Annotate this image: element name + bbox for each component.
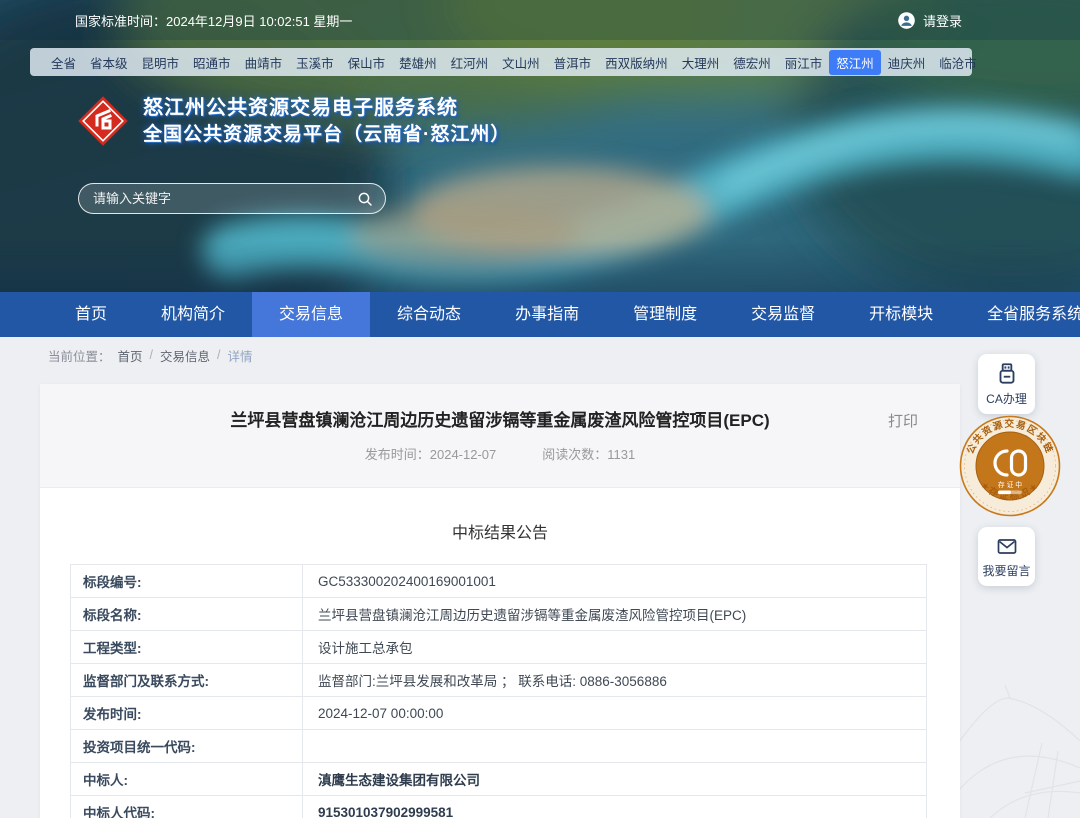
nav-item[interactable]: 首页 bbox=[48, 292, 134, 337]
row-label: 中标人: bbox=[71, 763, 303, 796]
page-title: 兰坪县营盘镇澜沧江周边历史遗留涉镉等重金属废渣风险管控项目(EPC) bbox=[40, 384, 960, 431]
table-row: 标段编号: GC533300202400169001001 bbox=[71, 565, 927, 598]
usb-key-icon bbox=[994, 361, 1020, 387]
breadcrumb-trade-info[interactable]: 交易信息 bbox=[160, 346, 210, 365]
row-label: 中标人代码: bbox=[71, 796, 303, 818]
nav-item[interactable]: 开标模块 bbox=[842, 292, 960, 337]
site-subtitle: 全国公共资源交易平台（云南省·怒江州） bbox=[143, 122, 510, 148]
nav-item[interactable]: 办事指南 bbox=[488, 292, 606, 337]
nav-item[interactable]: 交易监督 bbox=[724, 292, 842, 337]
standard-time: 国家标准时间：2024年12月9日 10:02:51 星期一 bbox=[75, 11, 352, 30]
person-icon bbox=[897, 11, 916, 30]
row-label: 工程类型: bbox=[71, 631, 303, 664]
table-row: 中标人: 滇鹰生态建设集团有限公司 bbox=[71, 763, 927, 796]
region-tab[interactable]: 丽江市 bbox=[778, 50, 830, 75]
table-row: 监督部门及联系方式: 监督部门:兰坪县发展和改革局 ； 联系电话: 0886-3… bbox=[71, 664, 927, 697]
bid-result-table: 标段编号: GC533300202400169001001 标段名称: 兰坪县营… bbox=[70, 564, 927, 818]
region-tab[interactable]: 省本级 bbox=[83, 50, 135, 75]
row-value: 监督部门:兰坪县发展和改革局 ； 联系电话: 0886-3056886 bbox=[303, 664, 927, 697]
row-label: 标段名称: bbox=[71, 598, 303, 631]
breadcrumb-prefix: 当前位置： bbox=[48, 346, 111, 365]
region-tab[interactable]: 临沧市 bbox=[932, 50, 984, 75]
region-tab[interactable]: 玉溪市 bbox=[289, 50, 341, 75]
region-tab[interactable]: 德宏州 bbox=[726, 50, 778, 75]
row-value: GC533300202400169001001 bbox=[303, 565, 927, 598]
nav-item[interactable]: 管理制度 bbox=[606, 292, 724, 337]
region-tab[interactable]: 普洱市 bbox=[547, 50, 599, 75]
magnifier-icon[interactable] bbox=[357, 191, 373, 207]
region-tab[interactable]: 楚雄州 bbox=[392, 50, 444, 75]
table-row: 发布时间: 2024-12-07 00:00:00 bbox=[71, 697, 927, 730]
table-row: 中标人代码: 915301037902999581 bbox=[71, 796, 927, 818]
view-count: 阅读次数：1131 bbox=[542, 444, 635, 463]
publish-date: 发布时间：2024-12-07 bbox=[365, 444, 497, 463]
blockchain-certificate-seal: 公共资源交易区块链 ★存证标识★ 存 证 中 bbox=[958, 412, 1062, 520]
top-bar: 国家标准时间：2024年12月9日 10:02:51 星期一 请登录 bbox=[0, 0, 1080, 40]
login-button[interactable]: 请登录 bbox=[897, 11, 962, 30]
region-tab[interactable]: 文山州 bbox=[495, 50, 547, 75]
leave-message-label: 我要留言 bbox=[982, 562, 1030, 586]
nav-item[interactable]: 交易信息 bbox=[252, 292, 370, 337]
region-tab[interactable]: 红河州 bbox=[444, 50, 496, 75]
nav-item[interactable]: 全省服务系统 bbox=[960, 292, 1080, 337]
article-body: 中标结果公告 标段编号: GC533300202400169001001 标段名… bbox=[40, 488, 960, 818]
search-bar[interactable] bbox=[78, 183, 386, 214]
table-row: 标段名称: 兰坪县营盘镇澜沧江周边历史遗留涉镉等重金属废渣风险管控项目(EPC) bbox=[71, 598, 927, 631]
region-tab[interactable]: 西双版纳州 bbox=[598, 50, 675, 75]
table-row: 投资项目统一代码: bbox=[71, 730, 927, 763]
envelope-icon bbox=[994, 535, 1020, 559]
seal-status-text: 存 证 中 bbox=[998, 480, 1022, 489]
region-tab[interactable]: 全省 bbox=[44, 50, 83, 75]
red-diamond-logo-icon bbox=[76, 94, 130, 148]
row-label: 投资项目统一代码: bbox=[71, 730, 303, 763]
nav-item[interactable]: 综合动态 bbox=[370, 292, 488, 337]
article-card: 兰坪县营盘镇澜沧江周边历史遗留涉镉等重金属废渣风险管控项目(EPC) 打印 发布… bbox=[40, 384, 960, 818]
row-label: 发布时间: bbox=[71, 697, 303, 730]
ca-service-button[interactable]: CA办理 bbox=[978, 354, 1035, 414]
region-tab[interactable]: 大理州 bbox=[675, 50, 727, 75]
region-tab[interactable]: 迪庆州 bbox=[881, 50, 933, 75]
region-tab[interactable]: 曲靖市 bbox=[238, 50, 290, 75]
table-row: 工程类型: 设计施工总承包 bbox=[71, 631, 927, 664]
row-value: 设计施工总承包 bbox=[303, 631, 927, 664]
announcement-title: 中标结果公告 bbox=[40, 519, 960, 543]
row-value: 915301037902999581 bbox=[303, 796, 927, 818]
row-label: 监督部门及联系方式: bbox=[71, 664, 303, 697]
nav-item[interactable]: 机构简介 bbox=[134, 292, 252, 337]
region-tabs-strip: 全省省本级昆明市昭通市曲靖市玉溪市保山市楚雄州红河州文山州普洱市西双版纳州大理州… bbox=[30, 48, 972, 76]
login-label: 请登录 bbox=[923, 11, 962, 30]
row-value: 滇鹰生态建设集团有限公司 bbox=[303, 763, 927, 796]
region-tab[interactable]: 怒江州 bbox=[829, 50, 881, 75]
site-title: 怒江州公共资源交易电子服务系统 bbox=[143, 95, 510, 122]
article-header: 兰坪县营盘镇澜沧江周边历史遗留涉镉等重金属废渣风险管控项目(EPC) 打印 发布… bbox=[40, 384, 960, 488]
breadcrumb-current: 详情 bbox=[228, 346, 253, 365]
brand: 怒江州公共资源交易电子服务系统 全国公共资源交易平台（云南省·怒江州） bbox=[76, 94, 510, 148]
ca-service-label: CA办理 bbox=[986, 390, 1027, 414]
row-value: 兰坪县营盘镇澜沧江周边历史遗留涉镉等重金属废渣风险管控项目(EPC) bbox=[303, 598, 927, 631]
region-tab[interactable]: 昭通市 bbox=[186, 50, 238, 75]
breadcrumb-separator: / bbox=[150, 348, 153, 362]
leave-message-button[interactable]: 我要留言 bbox=[978, 527, 1035, 586]
article-meta: 发布时间：2024-12-07 阅读次数：1131 bbox=[40, 444, 960, 463]
row-value bbox=[303, 730, 927, 763]
row-label: 标段编号: bbox=[71, 565, 303, 598]
breadcrumb-home[interactable]: 首页 bbox=[118, 346, 143, 365]
region-tab[interactable]: 昆明市 bbox=[135, 50, 187, 75]
print-button[interactable]: 打印 bbox=[888, 410, 918, 431]
region-tab[interactable]: 保山市 bbox=[341, 50, 393, 75]
search-input[interactable] bbox=[91, 190, 357, 207]
breadcrumb-separator: / bbox=[217, 348, 220, 362]
main-navigation: 首页机构简介交易信息综合动态办事指南管理制度交易监督开标模块全省服务系统 bbox=[0, 292, 1080, 337]
banner: 国家标准时间：2024年12月9日 10:02:51 星期一 请登录 全省省本级… bbox=[0, 0, 1080, 292]
breadcrumb: 当前位置： 首页 / 交易信息 / 详情 bbox=[0, 337, 1080, 373]
row-value: 2024-12-07 00:00:00 bbox=[303, 697, 927, 730]
